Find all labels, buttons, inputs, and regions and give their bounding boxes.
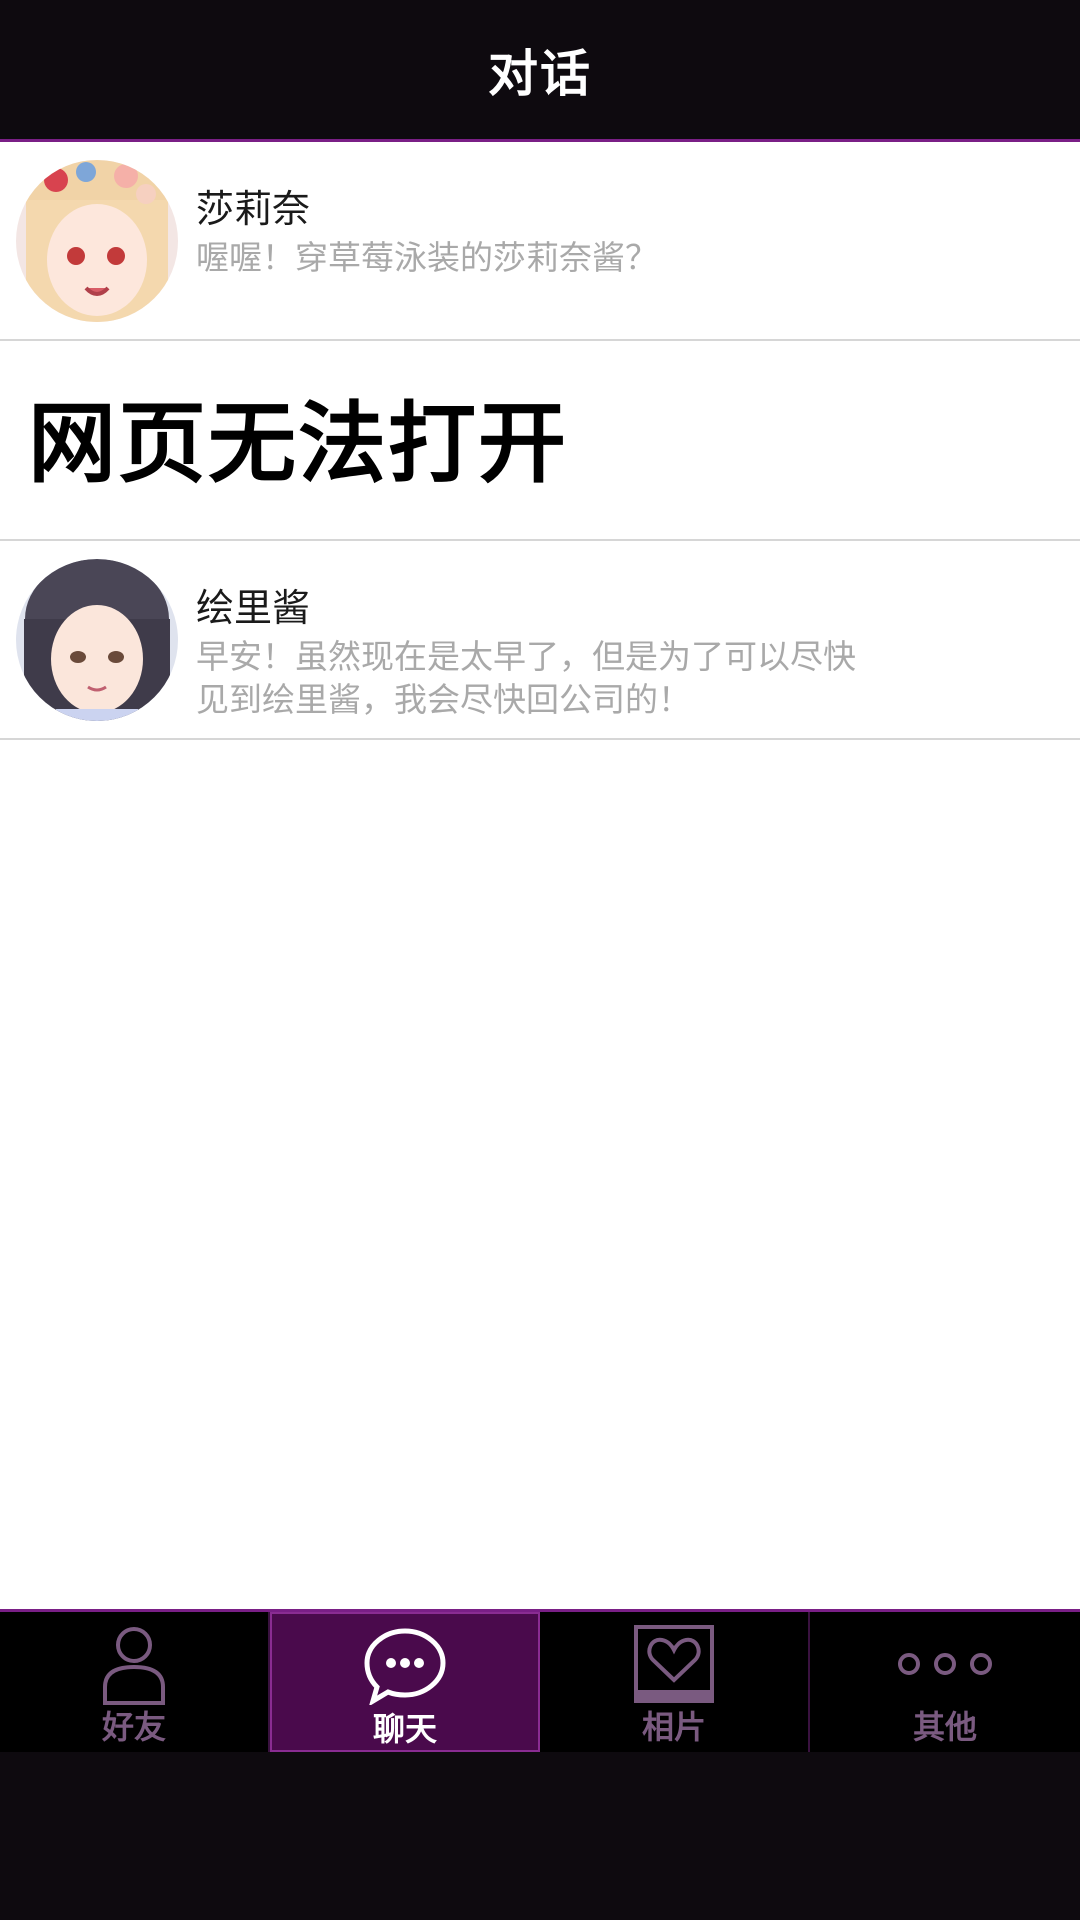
- chat-screen: 对话 莎莉奈 喔喔！穿草莓泳装的莎莉奈酱？ 网页无法打开 绘里酱 早安！虽然现在…: [0, 0, 1080, 1920]
- tab-more[interactable]: 其他: [810, 1612, 1080, 1752]
- avatar: [16, 160, 178, 322]
- bottom-area: [0, 1752, 1080, 1920]
- tab-label: 其他: [912, 1708, 977, 1746]
- header-bar: 对话: [0, 0, 1080, 142]
- tab-label: 相片: [641, 1708, 706, 1746]
- tab-friends[interactable]: 好友: [0, 1612, 270, 1752]
- person-icon: [99, 1622, 169, 1706]
- bottom-tab-bar: 好友 聊天 相片 其他: [0, 1609, 1080, 1752]
- conversation-list: 莎莉奈 喔喔！穿草莓泳装的莎莉奈酱？ 网页无法打开 绘里酱 早安！虽然现在是太早…: [0, 142, 1080, 1609]
- last-message: 喔喔！穿草莓泳装的莎莉奈酱？: [196, 238, 658, 277]
- last-message: 早安！虽然现在是太早了，但是为了可以尽快见到绘里酱，我会尽快回公司的！: [196, 637, 856, 719]
- conversation-item-eri[interactable]: 绘里酱 早安！虽然现在是太早了，但是为了可以尽快见到绘里酱，我会尽快回公司的！: [0, 541, 1080, 740]
- error-message: 网页无法打开: [28, 392, 569, 495]
- tab-chat[interactable]: 聊天: [270, 1612, 540, 1752]
- webpage-error-row: 网页无法打开: [0, 341, 1080, 541]
- tab-label: 好友: [101, 1708, 166, 1746]
- page-title: 对话: [488, 44, 592, 103]
- tab-photos[interactable]: 相片: [540, 1612, 810, 1752]
- contact-name: 莎莉奈: [196, 187, 311, 231]
- photo-heart-icon: [633, 1622, 715, 1706]
- tab-label: 聊天: [372, 1710, 437, 1748]
- avatar: [16, 559, 178, 721]
- chat-bubble-icon: [363, 1624, 447, 1708]
- contact-name: 绘里酱: [196, 586, 311, 630]
- more-dots-icon: [897, 1622, 993, 1706]
- conversation-item-salinai[interactable]: 莎莉奈 喔喔！穿草莓泳装的莎莉奈酱？: [0, 142, 1080, 341]
